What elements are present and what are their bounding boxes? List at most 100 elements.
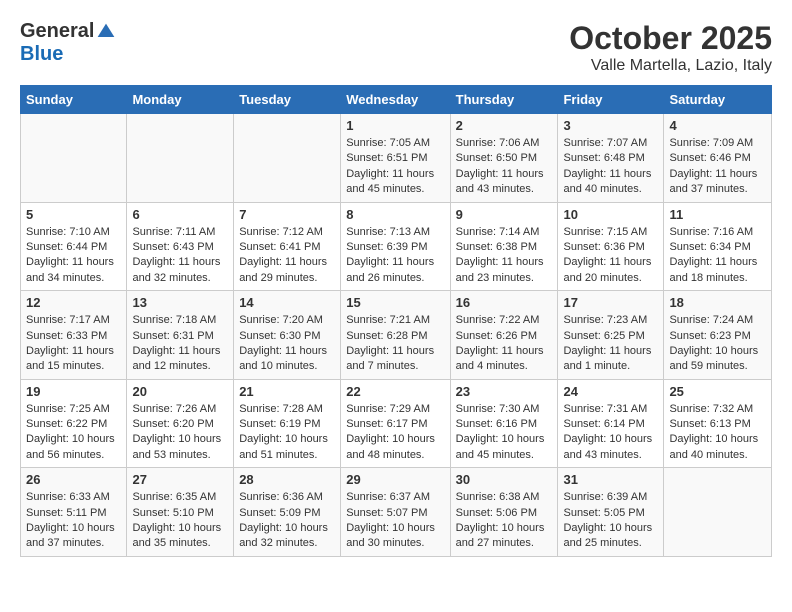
day-info: Sunrise: 7:23 AM Sunset: 6:25 PM Dayligh… xyxy=(563,313,658,375)
calendar-cell: 15 Sunrise: 7:21 AM Sunset: 6:28 PM Dayli… xyxy=(341,291,450,380)
calendar-cell: 18 Sunrise: 7:24 AM Sunset: 6:23 PM Dayli… xyxy=(664,291,772,380)
calendar-cell: 29Sunrise: 6:37 AM Sunset: 5:07 PM Dayli… xyxy=(341,468,450,557)
day-info: Sunrise: 6:35 AM Sunset: 5:10 PM Dayligh… xyxy=(132,490,228,552)
day-number: 8 xyxy=(346,207,444,222)
logo-general-text: General xyxy=(20,20,94,43)
calendar-cell: 14 Sunrise: 7:20 AM Sunset: 6:30 PM Dayli… xyxy=(234,291,341,380)
day-info: Sunrise: 7:26 AM Sunset: 6:20 PM Dayligh… xyxy=(132,402,228,464)
calendar-cell: 20Sunrise: 7:26 AM Sunset: 6:20 PM Dayli… xyxy=(127,379,234,468)
calendar-cell: 9 Sunrise: 7:14 AM Sunset: 6:38 PM Daylig… xyxy=(450,202,558,291)
week-row-1: 1 Sunrise: 7:05 AM Sunset: 6:51 PM Daylig… xyxy=(21,114,772,203)
title-area: October 2025 Valle Martella, Lazio, Ital… xyxy=(569,20,772,75)
day-number: 10 xyxy=(563,207,658,222)
calendar-cell: 8 Sunrise: 7:13 AM Sunset: 6:39 PM Daylig… xyxy=(341,202,450,291)
day-number: 27 xyxy=(132,472,228,487)
day-info: Sunrise: 6:38 AM Sunset: 5:06 PM Dayligh… xyxy=(456,490,553,552)
header-cell-friday: Friday xyxy=(558,86,664,114)
day-number: 17 xyxy=(563,295,658,310)
calendar-cell: 31 Sunrise: 6:39 AM Sunset: 5:05 PM Dayli… xyxy=(558,468,664,557)
day-number: 1 xyxy=(346,118,444,133)
calendar-cell: 17 Sunrise: 7:23 AM Sunset: 6:25 PM Dayli… xyxy=(558,291,664,380)
calendar-table: SundayMondayTuesdayWednesdayThursdayFrid… xyxy=(20,85,772,557)
logo-icon xyxy=(96,22,116,42)
day-number: 7 xyxy=(239,207,335,222)
day-info: Sunrise: 7:15 AM Sunset: 6:36 PM Dayligh… xyxy=(563,225,658,287)
week-row-3: 12 Sunrise: 7:17 AM Sunset: 6:33 PM Dayli… xyxy=(21,291,772,380)
header-cell-monday: Monday xyxy=(127,86,234,114)
month-title: October 2025 xyxy=(569,20,772,57)
calendar-cell: 25 Sunrise: 7:32 AM Sunset: 6:13 PM Dayli… xyxy=(664,379,772,468)
calendar-cell: 19Sunrise: 7:25 AM Sunset: 6:22 PM Dayli… xyxy=(21,379,127,468)
page-header: General Blue October 2025 Valle Martella… xyxy=(20,20,772,75)
calendar-cell: 24Sunrise: 7:31 AM Sunset: 6:14 PM Dayli… xyxy=(558,379,664,468)
calendar-cell: 10 Sunrise: 7:15 AM Sunset: 6:36 PM Dayli… xyxy=(558,202,664,291)
day-number: 15 xyxy=(346,295,444,310)
day-info: Sunrise: 6:36 AM Sunset: 5:09 PM Dayligh… xyxy=(239,490,335,552)
day-number: 30 xyxy=(456,472,553,487)
calendar-cell: 11 Sunrise: 7:16 AM Sunset: 6:34 PM Dayli… xyxy=(664,202,772,291)
day-number: 16 xyxy=(456,295,553,310)
day-info: Sunrise: 7:05 AM Sunset: 6:51 PM Dayligh… xyxy=(346,136,444,198)
day-info: Sunrise: 7:21 AM Sunset: 6:28 PM Dayligh… xyxy=(346,313,444,375)
day-info: Sunrise: 7:06 AM Sunset: 6:50 PM Dayligh… xyxy=(456,136,553,198)
day-info: Sunrise: 7:12 AM Sunset: 6:41 PM Dayligh… xyxy=(239,225,335,287)
day-info: Sunrise: 6:33 AM Sunset: 5:11 PM Dayligh… xyxy=(26,490,121,552)
day-number: 18 xyxy=(669,295,766,310)
calendar-cell: 7 Sunrise: 7:12 AM Sunset: 6:41 PM Daylig… xyxy=(234,202,341,291)
calendar-cell: 30 Sunrise: 6:38 AM Sunset: 5:06 PM Dayli… xyxy=(450,468,558,557)
logo-blue-text: Blue xyxy=(20,43,63,66)
day-number: 2 xyxy=(456,118,553,133)
week-row-2: 5 Sunrise: 7:10 AM Sunset: 6:44 PM Daylig… xyxy=(21,202,772,291)
header-row: SundayMondayTuesdayWednesdayThursdayFrid… xyxy=(21,86,772,114)
day-number: 19 xyxy=(26,384,121,399)
day-info: Sunrise: 7:24 AM Sunset: 6:23 PM Dayligh… xyxy=(669,313,766,375)
day-number: 31 xyxy=(563,472,658,487)
day-number: 25 xyxy=(669,384,766,399)
calendar-cell xyxy=(21,114,127,203)
day-info: Sunrise: 6:39 AM Sunset: 5:05 PM Dayligh… xyxy=(563,490,658,552)
day-number: 14 xyxy=(239,295,335,310)
day-info: Sunrise: 7:14 AM Sunset: 6:38 PM Dayligh… xyxy=(456,225,553,287)
day-info: Sunrise: 7:10 AM Sunset: 6:44 PM Dayligh… xyxy=(26,225,121,287)
day-number: 3 xyxy=(563,118,658,133)
calendar-cell xyxy=(664,468,772,557)
calendar-cell xyxy=(234,114,341,203)
header-cell-tuesday: Tuesday xyxy=(234,86,341,114)
header-cell-saturday: Saturday xyxy=(664,86,772,114)
calendar-cell: 3Sunrise: 7:07 AM Sunset: 6:48 PM Daylig… xyxy=(558,114,664,203)
day-number: 11 xyxy=(669,207,766,222)
calendar-cell xyxy=(127,114,234,203)
calendar-cell: 12 Sunrise: 7:17 AM Sunset: 6:33 PM Dayli… xyxy=(21,291,127,380)
calendar-cell: 5 Sunrise: 7:10 AM Sunset: 6:44 PM Daylig… xyxy=(21,202,127,291)
day-number: 22 xyxy=(346,384,444,399)
day-number: 23 xyxy=(456,384,553,399)
day-info: Sunrise: 7:13 AM Sunset: 6:39 PM Dayligh… xyxy=(346,225,444,287)
day-info: Sunrise: 7:30 AM Sunset: 6:16 PM Dayligh… xyxy=(456,402,553,464)
day-info: Sunrise: 7:20 AM Sunset: 6:30 PM Dayligh… xyxy=(239,313,335,375)
day-info: Sunrise: 7:32 AM Sunset: 6:13 PM Dayligh… xyxy=(669,402,766,464)
header-cell-thursday: Thursday xyxy=(450,86,558,114)
day-info: Sunrise: 7:16 AM Sunset: 6:34 PM Dayligh… xyxy=(669,225,766,287)
day-number: 26 xyxy=(26,472,121,487)
day-number: 28 xyxy=(239,472,335,487)
location-text: Valle Martella, Lazio, Italy xyxy=(569,57,772,75)
calendar-cell: 22Sunrise: 7:29 AM Sunset: 6:17 PM Dayli… xyxy=(341,379,450,468)
calendar-cell: 27 Sunrise: 6:35 AM Sunset: 5:10 PM Dayli… xyxy=(127,468,234,557)
calendar-cell: 6Sunrise: 7:11 AM Sunset: 6:43 PM Daylig… xyxy=(127,202,234,291)
calendar-cell: 4Sunrise: 7:09 AM Sunset: 6:46 PM Daylig… xyxy=(664,114,772,203)
day-number: 9 xyxy=(456,207,553,222)
calendar-cell: 28 Sunrise: 6:36 AM Sunset: 5:09 PM Dayli… xyxy=(234,468,341,557)
calendar-cell: 23 Sunrise: 7:30 AM Sunset: 6:16 PM Dayli… xyxy=(450,379,558,468)
calendar-cell: 26 Sunrise: 6:33 AM Sunset: 5:11 PM Dayli… xyxy=(21,468,127,557)
calendar-cell: 1 Sunrise: 7:05 AM Sunset: 6:51 PM Daylig… xyxy=(341,114,450,203)
day-info: Sunrise: 7:22 AM Sunset: 6:26 PM Dayligh… xyxy=(456,313,553,375)
calendar-cell: 21Sunrise: 7:28 AM Sunset: 6:19 PM Dayli… xyxy=(234,379,341,468)
day-number: 5 xyxy=(26,207,121,222)
week-row-4: 19Sunrise: 7:25 AM Sunset: 6:22 PM Dayli… xyxy=(21,379,772,468)
day-info: Sunrise: 7:11 AM Sunset: 6:43 PM Dayligh… xyxy=(132,225,228,287)
day-number: 12 xyxy=(26,295,121,310)
day-info: Sunrise: 7:17 AM Sunset: 6:33 PM Dayligh… xyxy=(26,313,121,375)
week-row-5: 26 Sunrise: 6:33 AM Sunset: 5:11 PM Dayli… xyxy=(21,468,772,557)
day-number: 21 xyxy=(239,384,335,399)
day-info: Sunrise: 7:31 AM Sunset: 6:14 PM Dayligh… xyxy=(563,402,658,464)
